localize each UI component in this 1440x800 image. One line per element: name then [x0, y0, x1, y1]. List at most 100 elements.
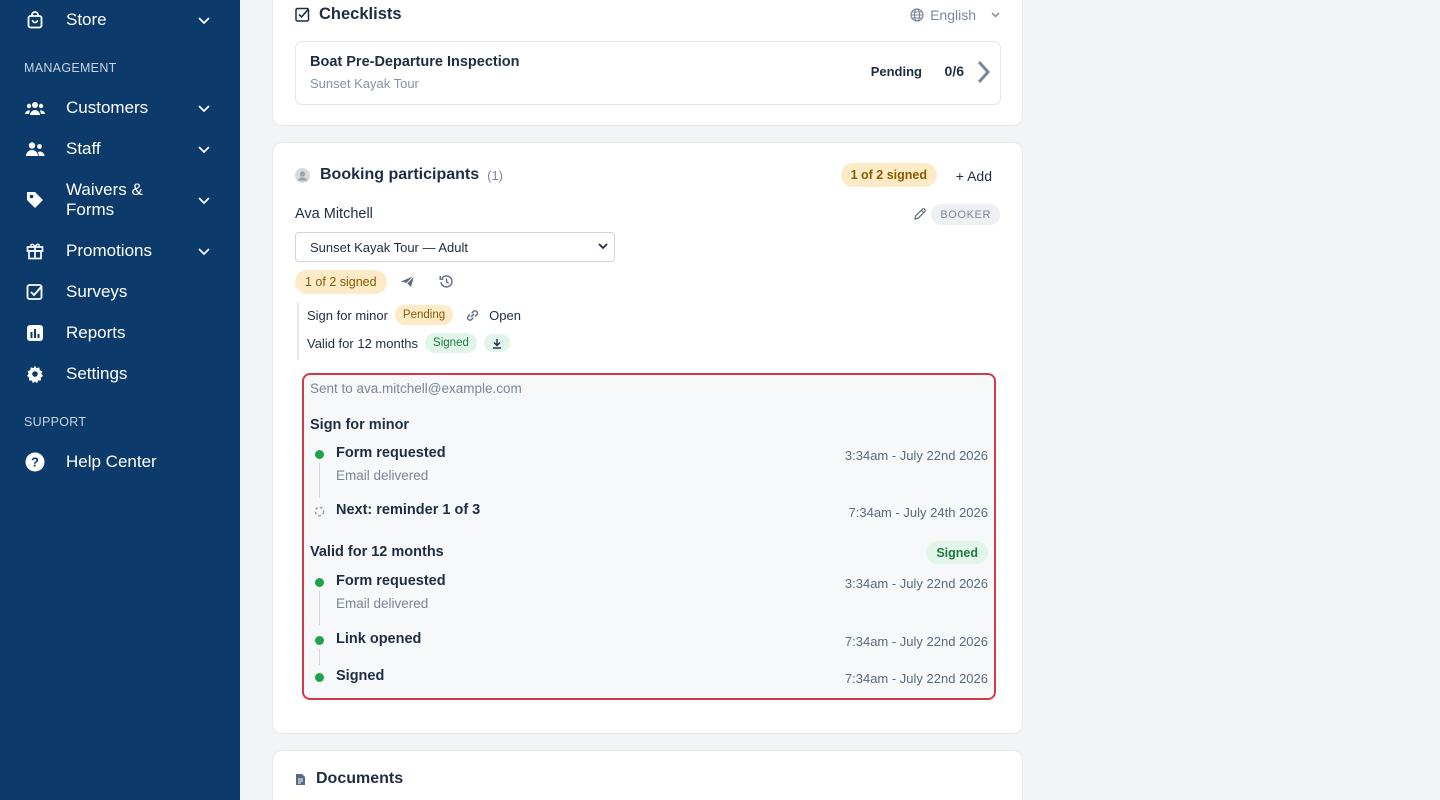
chevron-down-icon — [598, 243, 608, 250]
checklist-item[interactable]: Boat Pre-Departure Inspection Sunset Kay… — [295, 41, 1001, 105]
event-subtitle: Email delivered — [336, 596, 429, 611]
bar-chart-icon — [24, 322, 46, 344]
event-time: 3:34am - July 22nd 2026 — [844, 448, 988, 463]
signed-badge: Signed — [926, 541, 988, 564]
success-dot-icon — [315, 450, 324, 459]
checkbox-icon — [24, 281, 46, 303]
sidebar-item-label: Waivers & Forms — [66, 180, 143, 219]
event-time: 7:34am - July 22nd 2026 — [844, 671, 988, 686]
participant-signed-badge: 1 of 2 signed — [295, 270, 387, 294]
signed-status-badge: 1 of 2 signed — [840, 163, 937, 187]
history-icon[interactable] — [439, 274, 454, 289]
sidebar-item-label: Staff — [66, 139, 101, 158]
chevron-right-icon[interactable] — [976, 60, 990, 84]
pending-badge: Pending — [394, 305, 454, 325]
sidebar-item-customers[interactable]: Customers — [24, 96, 216, 120]
sidebar-item-label: Store — [66, 10, 107, 29]
checklist-item-title: Boat Pre-Departure Inspection — [310, 54, 520, 70]
sidebar-item-label: Settings — [66, 364, 128, 383]
event-title: Link opened — [336, 631, 422, 647]
checklists-header: Checklists — [295, 5, 402, 24]
chevron-down-icon — [991, 12, 1000, 18]
participants-count: (1) — [487, 167, 504, 183]
sidebar-item-help-center[interactable]: ? Help Center — [24, 450, 216, 474]
participants-header: Booking participants (1) — [295, 166, 503, 184]
checklist-progress: 0/6 — [944, 63, 964, 79]
chevron-down-icon — [198, 98, 210, 118]
section-label-management: MANAGEMENT — [24, 61, 117, 75]
edit-pencil-icon[interactable] — [913, 207, 927, 221]
sidebar-item-label: Help Center — [66, 452, 157, 471]
form-row-sign-for-minor: Sign for minor Pending Open — [307, 305, 521, 325]
event-subtitle: Email delivered — [336, 468, 429, 483]
download-icon[interactable] — [483, 334, 510, 352]
sidebar-item-settings[interactable]: Settings — [24, 362, 216, 386]
link-icon — [465, 308, 480, 323]
checklist-icon — [295, 7, 310, 22]
forms-rail — [297, 303, 299, 360]
gift-icon — [24, 240, 46, 262]
event-time: 3:34am - July 22nd 2026 — [844, 576, 988, 591]
success-dot-icon — [315, 673, 324, 682]
globe-icon — [910, 8, 924, 22]
main-content: Checklists English Boat Pre-Departure In… — [240, 0, 1440, 800]
svg-text:?: ? — [31, 455, 39, 470]
add-participant-button[interactable]: + Add — [956, 168, 992, 184]
success-dot-icon — [315, 636, 324, 645]
participant-name: Ava Mitchell — [295, 206, 373, 222]
sidebar-item-staff[interactable]: Staff — [24, 137, 216, 161]
section-label-support: SUPPORT — [24, 415, 87, 429]
sidebar-item-promotions[interactable]: Promotions — [24, 239, 216, 263]
help-circle-icon: ? — [24, 451, 46, 473]
sidebar-item-label: Surveys — [66, 282, 128, 301]
chevron-down-icon — [198, 139, 210, 159]
success-dot-icon — [315, 578, 324, 587]
signed-badge: Signed — [425, 333, 477, 353]
checklist-item-subtitle: Sunset Kayak Tour — [310, 76, 419, 91]
users-icon — [24, 97, 46, 119]
checklist-status: Pending — [870, 64, 922, 79]
form-row-valid-12-months: Valid for 12 months Signed — [307, 333, 510, 353]
group-title-valid-12-months: Valid for 12 months — [310, 544, 444, 560]
event-title: Signed — [336, 668, 385, 684]
tag-icon — [24, 189, 46, 211]
booking-participants-card: Booking participants (1) 1 of 2 signed +… — [272, 142, 1023, 734]
sidebar-item-label: Promotions — [66, 241, 152, 260]
document-icon — [295, 773, 306, 786]
event-time: 7:34am - July 24th 2026 — [848, 505, 988, 520]
form-label: Sign for minor — [307, 307, 388, 323]
checklists-title: Checklists — [319, 5, 402, 23]
timeline-connector — [319, 463, 320, 498]
language-selector[interactable]: English — [910, 7, 1000, 23]
checklists-card: Checklists English Boat Pre-Departure In… — [272, 0, 1023, 126]
participants-title: Booking participants — [320, 166, 480, 183]
chevron-down-icon — [198, 190, 210, 210]
language-label: English — [930, 7, 976, 23]
shopping-bag-icon — [24, 9, 46, 31]
sidebar-item-store[interactable]: Store — [24, 8, 216, 32]
booker-badge: BOOKER — [931, 204, 1000, 225]
group-title-sign-for-minor: Sign for minor — [310, 417, 410, 433]
timeline-connector — [319, 591, 320, 625]
pending-spinner-icon — [314, 506, 325, 517]
chevron-down-icon — [198, 10, 210, 30]
documents-title: Documents — [316, 770, 404, 787]
send-icon[interactable] — [400, 275, 415, 288]
documents-card: Documents — [272, 750, 1023, 800]
form-label: Valid for 12 months — [307, 335, 419, 351]
sidebar-item-reports[interactable]: Reports — [24, 321, 216, 345]
sidebar: Store MANAGEMENT Customers Staff Waivers… — [0, 0, 240, 800]
user-avatar-icon — [295, 167, 310, 183]
open-form-link[interactable]: Open — [489, 308, 521, 323]
sidebar-item-surveys[interactable]: Surveys — [24, 280, 216, 304]
chevron-down-icon — [198, 241, 210, 261]
sidebar-item-waivers-forms[interactable]: Waivers & Forms — [24, 179, 216, 221]
sidebar-item-label: Customers — [66, 98, 149, 117]
user-group-icon — [24, 138, 46, 160]
documents-header: Documents — [295, 770, 403, 788]
ticket-type-select[interactable]: Sunset Kayak Tour — Adult — [295, 232, 615, 262]
sent-to-email: Sent to ava.mitchell@example.com — [310, 381, 522, 396]
event-title: Form requested — [336, 445, 446, 461]
event-time: 7:34am - July 22nd 2026 — [844, 634, 988, 649]
event-title: Form requested — [336, 573, 446, 589]
